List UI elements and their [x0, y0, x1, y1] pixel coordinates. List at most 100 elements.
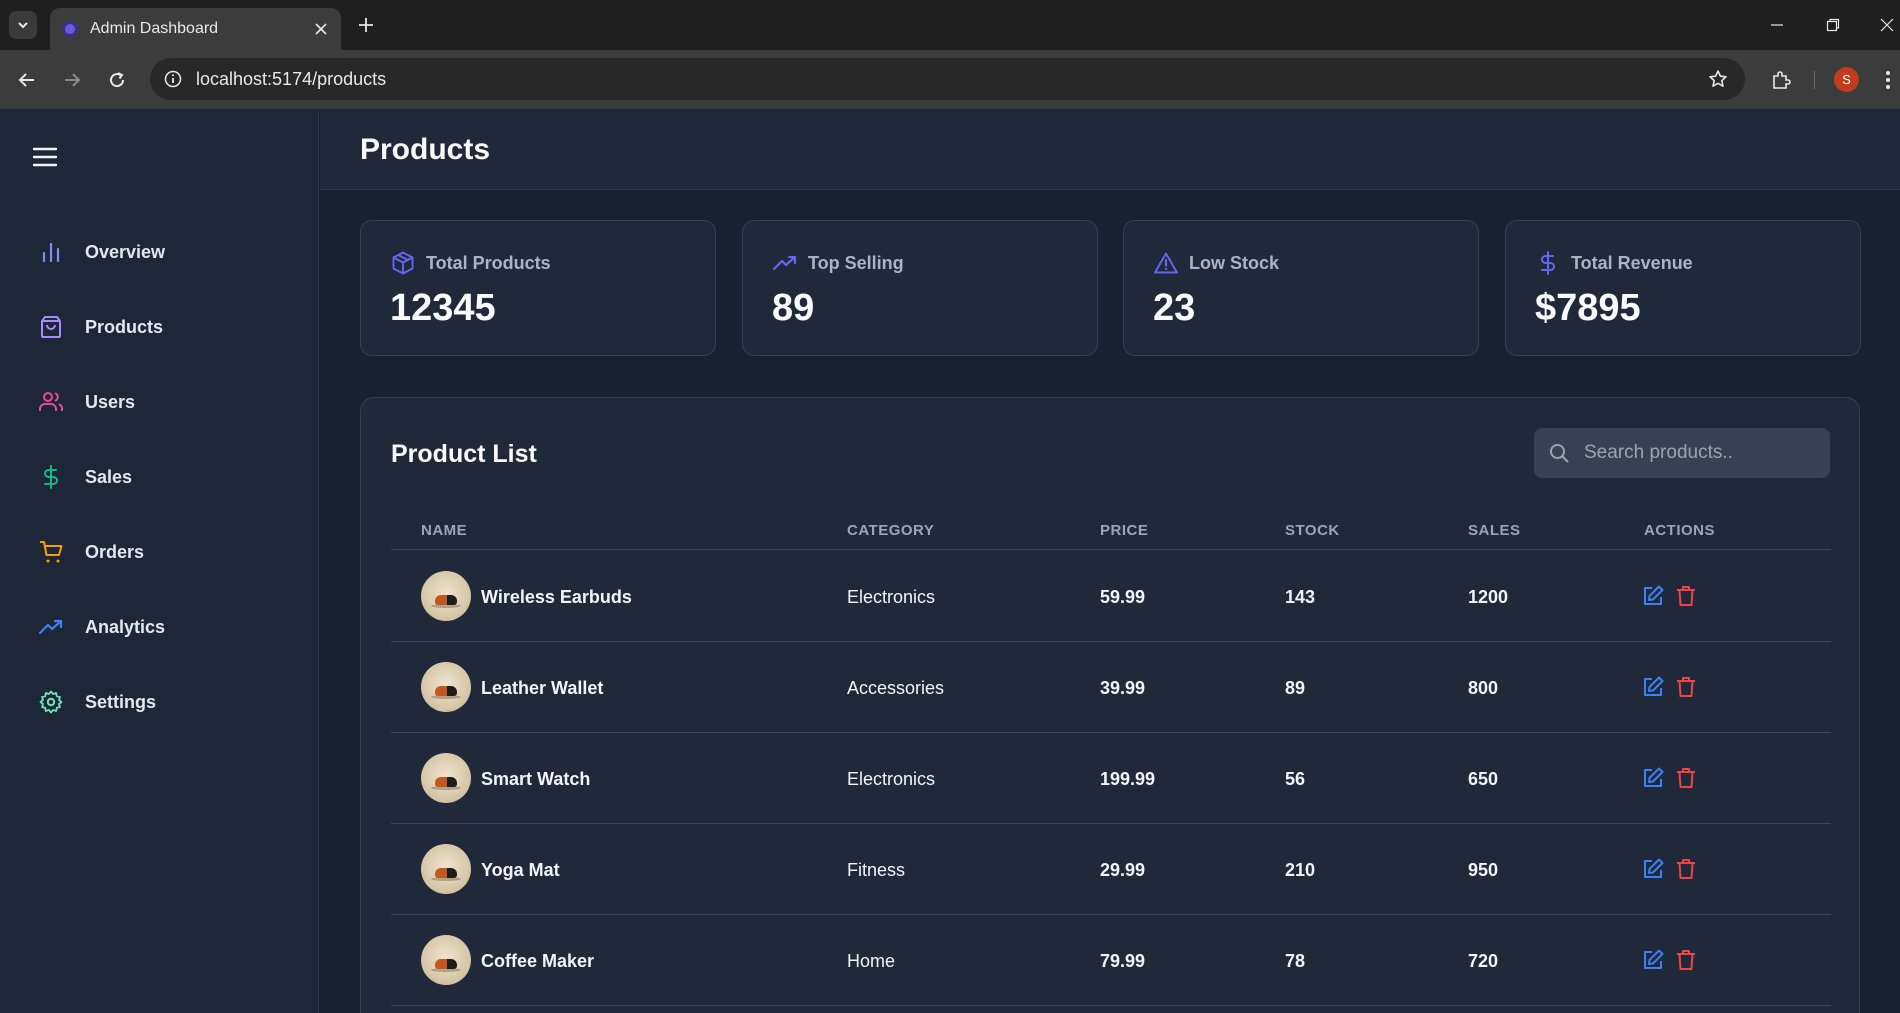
browser-tab[interactable]: Admin Dashboard	[50, 8, 341, 50]
sidebar-item-label: Products	[85, 316, 164, 337]
stat-value: 12345	[390, 287, 496, 329]
sidebar-item-label: Users	[85, 391, 136, 412]
sidebar-item-settings[interactable]: Settings	[30, 679, 290, 725]
column-header-actions: ACTIONS	[1644, 522, 1715, 539]
sidebar-item-products[interactable]: Products	[30, 304, 290, 350]
column-header-stock[interactable]: STOCK	[1285, 522, 1340, 539]
edit-button[interactable]	[1641, 766, 1665, 790]
stat-value: $7895	[1535, 287, 1641, 329]
close-icon	[1880, 18, 1894, 32]
tab-title: Admin Dashboard	[90, 20, 219, 37]
trash-icon	[1677, 859, 1695, 879]
trash-icon	[1677, 950, 1695, 970]
reload-button[interactable]	[104, 67, 130, 93]
stat-label: Low Stock	[1189, 252, 1280, 273]
trash-icon	[1677, 586, 1695, 606]
address-bar[interactable]: localhost:5174/products	[150, 58, 1745, 100]
product-thumbnail	[421, 844, 471, 894]
profile-avatar[interactable]: S	[1834, 67, 1859, 92]
edit-button[interactable]	[1641, 675, 1665, 699]
product-thumbnail	[421, 571, 471, 621]
bookmark-star-icon[interactable]	[1705, 66, 1731, 92]
trash-icon	[1677, 768, 1695, 788]
close-window-button[interactable]	[1874, 12, 1900, 38]
sidebar-item-sales[interactable]: Sales	[30, 454, 290, 500]
tab-close-button[interactable]	[311, 19, 331, 39]
column-header-category[interactable]: CATEGORY	[847, 522, 934, 539]
sidebar-item-analytics[interactable]: Analytics	[30, 604, 290, 650]
alert-triangle-icon	[1154, 251, 1178, 275]
extensions-puzzle-icon[interactable]	[1768, 67, 1794, 93]
bar-chart-icon	[38, 239, 64, 265]
product-category: Home	[847, 951, 896, 971]
trash-icon	[1677, 677, 1695, 697]
product-sales: 650	[1468, 769, 1499, 789]
url-text[interactable]: localhost:5174/products	[196, 69, 1705, 90]
sidebar-item-label: Analytics	[85, 616, 166, 637]
delete-button[interactable]	[1674, 857, 1698, 881]
delete-button[interactable]	[1674, 584, 1698, 608]
hamburger-icon	[33, 147, 57, 167]
minimize-button[interactable]	[1764, 12, 1790, 38]
users-icon	[38, 389, 64, 415]
edit-button[interactable]	[1641, 857, 1665, 881]
dollar-sign-icon	[38, 464, 64, 490]
page-title: Products	[360, 133, 491, 166]
reload-icon	[110, 72, 125, 88]
edit-icon	[1644, 858, 1664, 878]
column-header-price[interactable]: PRICE	[1100, 522, 1148, 539]
product-price: 59.99	[1100, 587, 1146, 607]
column-header-name[interactable]: NAME	[421, 522, 467, 539]
more-vert-icon[interactable]	[1882, 67, 1894, 93]
product-stock: 89	[1285, 678, 1306, 698]
column-header-sales[interactable]: SALES	[1468, 522, 1521, 539]
table-row: Leather Wallet Accessories 39.99 89 800	[391, 642, 1831, 733]
delete-button[interactable]	[1674, 675, 1698, 699]
sidebar-item-orders[interactable]: Orders	[30, 529, 290, 575]
product-price: 29.99	[1100, 860, 1146, 880]
product-category: Fitness	[847, 860, 906, 880]
stat-value: 23	[1153, 287, 1196, 329]
search-input[interactable]	[1584, 442, 1814, 464]
sidebar-item-label: Overview	[85, 241, 166, 262]
product-category: Accessories	[847, 678, 945, 698]
stat-value: 89	[772, 287, 815, 329]
sidebar-item-overview[interactable]: Overview	[30, 229, 290, 275]
menu-toggle-button[interactable]	[30, 142, 60, 172]
product-name: Wireless Earbuds	[481, 587, 632, 607]
sidebar-item-label: Sales	[85, 466, 133, 487]
site-info-icon[interactable]	[164, 70, 182, 88]
product-sales: 720	[1468, 951, 1499, 971]
product-list-card: Product List NAME CATEGORY PRICE STOCK S…	[360, 397, 1860, 1013]
restore-button[interactable]	[1820, 12, 1846, 38]
product-name: Leather Wallet	[481, 678, 604, 698]
table-header: NAME CATEGORY PRICE STOCK SALES ACTIONS	[391, 512, 1831, 550]
product-price: 79.99	[1100, 951, 1146, 971]
back-button[interactable]	[14, 67, 40, 93]
search-box[interactable]	[1534, 428, 1830, 478]
edit-button[interactable]	[1641, 584, 1665, 608]
product-thumbnail	[421, 662, 471, 712]
package-icon	[391, 251, 415, 275]
arrow-left-icon	[18, 73, 34, 87]
stat-card-total-products: Total Products 12345	[360, 220, 716, 356]
delete-button[interactable]	[1674, 948, 1698, 972]
product-name: Yoga Mat	[481, 860, 560, 880]
plus-icon	[359, 18, 373, 32]
trending-up-icon	[773, 251, 797, 275]
browser-tab-strip: Admin Dashboard	[0, 0, 1900, 50]
edit-icon	[1644, 585, 1664, 605]
stat-card-low-stock: Low Stock 23	[1123, 220, 1479, 356]
page-header: Products	[320, 109, 1900, 190]
search-icon	[1548, 442, 1570, 464]
sidebar-item-users[interactable]: Users	[30, 379, 290, 425]
sidebar-item-label: Orders	[85, 541, 145, 562]
new-tab-button[interactable]	[354, 13, 378, 37]
edit-button[interactable]	[1641, 948, 1665, 972]
chevron-down-icon	[18, 22, 28, 29]
product-sales: 1200	[1468, 587, 1509, 607]
delete-button[interactable]	[1674, 766, 1698, 790]
table-row: Smart Watch Electronics 199.99 56 650	[391, 733, 1831, 824]
tab-search-button[interactable]	[9, 11, 37, 39]
forward-button[interactable]	[59, 67, 85, 93]
